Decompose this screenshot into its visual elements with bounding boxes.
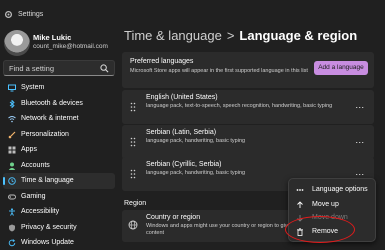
monitor-icon bbox=[8, 84, 16, 92]
arrow-up-icon bbox=[297, 201, 303, 208]
more-options-button[interactable]: ... bbox=[354, 136, 366, 146]
sidebar-item-apps[interactable]: Apps bbox=[3, 142, 115, 158]
breadcrumb: Time & language > Language & region bbox=[124, 28, 357, 43]
clock-globe-icon bbox=[8, 177, 16, 185]
shield-icon bbox=[9, 224, 15, 231]
arrow-down-icon bbox=[297, 215, 303, 222]
language-name: Serbian (Cyrillic, Serbia) bbox=[146, 161, 222, 168]
drag-handle-icon[interactable] bbox=[130, 169, 136, 179]
drag-handle-icon[interactable] bbox=[130, 102, 136, 112]
sidebar-item-time-language[interactable]: Time & language bbox=[3, 173, 115, 189]
sidebar-item-accessibility[interactable]: Accessibility bbox=[3, 204, 115, 220]
language-row-serbian-latin[interactable]: Serbian (Latin, Serbia) language pack, h… bbox=[122, 125, 374, 159]
sidebar-item-label: Gaming bbox=[21, 192, 46, 200]
sidebar-item-label: Personalization bbox=[21, 130, 69, 138]
menu-item-label: Language options bbox=[312, 186, 368, 193]
menu-item-move-down: Move down bbox=[289, 211, 375, 225]
search-input[interactable]: Find a setting bbox=[3, 60, 115, 76]
sidebar-item-label: Time & language bbox=[21, 177, 74, 184]
sidebar-item-label: Network & internet bbox=[21, 115, 79, 122]
sidebar-item-system[interactable]: System bbox=[3, 80, 115, 96]
sidebar: Mike Lukic count_mike@hotmail.com Find a… bbox=[0, 30, 120, 250]
breadcrumb-parent-link[interactable]: Time & language bbox=[124, 28, 222, 43]
bluetooth-icon bbox=[9, 99, 15, 108]
sidebar-item-accounts[interactable]: Accounts bbox=[3, 158, 115, 174]
trash-icon bbox=[297, 228, 303, 236]
globe-icon bbox=[128, 220, 138, 230]
sidebar-item-gaming[interactable]: Gaming bbox=[3, 189, 115, 205]
preferred-languages-card: Preferred languages Microsoft Store apps… bbox=[122, 52, 374, 88]
region-section-heading: Region bbox=[124, 200, 147, 207]
sidebar-item-label: Bluetooth & devices bbox=[21, 99, 83, 107]
more-options-button[interactable]: ... bbox=[354, 101, 366, 111]
language-features: language pack, handwriting, basic typing bbox=[146, 138, 246, 144]
sidebar-item-label: System bbox=[21, 84, 45, 91]
options-icon bbox=[296, 189, 304, 191]
breadcrumb-separator: > bbox=[226, 28, 235, 43]
menu-item-label: Remove bbox=[312, 228, 339, 235]
sidebar-item-network-internet[interactable]: Network & internet bbox=[3, 111, 115, 127]
person-icon bbox=[8, 162, 16, 170]
language-row-english-us[interactable]: English (United States) language pack, t… bbox=[122, 90, 374, 124]
sidebar-nav: System Bluetooth & devices Network & int… bbox=[0, 80, 120, 250]
sidebar-item-label: Apps bbox=[21, 146, 37, 153]
menu-item-language-options[interactable]: Language options bbox=[289, 183, 375, 197]
language-context-menu: Language options Move up Move down Remov… bbox=[288, 178, 376, 242]
brush-icon bbox=[8, 131, 16, 138]
search-placeholder: Find a setting bbox=[9, 64, 55, 73]
active-indicator bbox=[3, 177, 5, 185]
add-language-button[interactable]: Add a language bbox=[314, 61, 368, 75]
language-name: English (United States) bbox=[146, 94, 218, 101]
settings-gear-icon bbox=[4, 10, 13, 19]
accessibility-icon bbox=[9, 208, 15, 216]
country-region-title: Country or region bbox=[146, 214, 201, 221]
sidebar-item-label: Windows Update bbox=[21, 239, 74, 246]
sidebar-item-privacy-security[interactable]: Privacy & security bbox=[3, 220, 115, 236]
menu-item-label: Move down bbox=[312, 214, 348, 221]
page-title: Language & region bbox=[239, 28, 358, 43]
sidebar-item-label: Accounts bbox=[21, 161, 50, 169]
avatar[interactable] bbox=[4, 30, 30, 56]
user-email: count_mike@hotmail.com bbox=[33, 43, 108, 50]
preferred-languages-title: Preferred languages bbox=[130, 58, 194, 65]
preferred-languages-description: Microsoft Store apps will appear in the … bbox=[130, 68, 308, 74]
sidebar-item-personalization[interactable]: Personalization bbox=[3, 127, 115, 143]
more-options-button[interactable]: ... bbox=[354, 168, 366, 178]
menu-item-remove[interactable]: Remove bbox=[289, 225, 375, 239]
drag-handle-icon[interactable] bbox=[130, 137, 136, 147]
user-name: Mike Lukic bbox=[33, 33, 72, 42]
apps-icon bbox=[8, 146, 16, 154]
sidebar-item-label: Privacy & security bbox=[21, 223, 77, 231]
menu-item-label: Move up bbox=[312, 201, 339, 208]
wifi-icon bbox=[8, 116, 16, 123]
menu-item-move-up[interactable]: Move up bbox=[289, 198, 375, 212]
language-features: language pack, text-to-speech, speech re… bbox=[146, 103, 333, 109]
refresh-icon bbox=[8, 239, 16, 247]
search-icon[interactable] bbox=[100, 64, 109, 73]
controller-icon bbox=[8, 194, 16, 199]
app-title: Settings bbox=[18, 11, 44, 18]
sidebar-item-bluetooth-devices[interactable]: Bluetooth & devices bbox=[3, 96, 115, 112]
language-name: Serbian (Latin, Serbia) bbox=[146, 129, 217, 136]
sidebar-item-label: Accessibility bbox=[21, 208, 60, 215]
sidebar-item-windows-update[interactable]: Windows Update bbox=[3, 235, 115, 250]
language-features: language pack, handwriting, basic typing bbox=[146, 170, 246, 176]
